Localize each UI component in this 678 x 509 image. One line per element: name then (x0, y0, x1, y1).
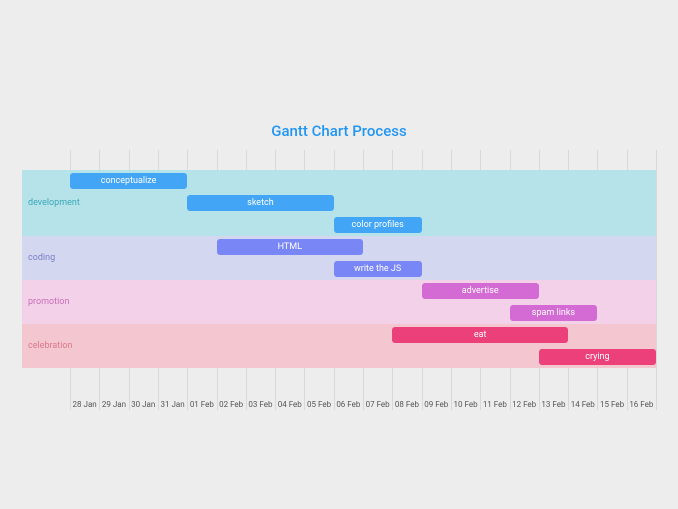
chart-title: Gantt Chart Process (0, 122, 678, 140)
task-bar[interactable]: HTML (217, 239, 364, 255)
task-bar[interactable]: color profiles (334, 217, 422, 233)
x-tick-label: 05 Feb (307, 400, 331, 409)
x-tick-label: 06 Feb (336, 400, 360, 409)
x-tick-label: 12 Feb (512, 400, 536, 409)
section-label: development (28, 198, 80, 208)
x-tick-label: 29 Jan (102, 400, 126, 409)
task-bar[interactable]: advertise (422, 283, 539, 299)
x-tick-label: 10 Feb (454, 400, 478, 409)
x-tick-label: 31 Jan (160, 400, 184, 409)
x-tick-label: 08 Feb (395, 400, 419, 409)
x-tick-label: 28 Jan (73, 400, 97, 409)
x-tick-label: 30 Jan (131, 400, 155, 409)
x-tick-label: 15 Feb (600, 400, 624, 409)
x-tick-label: 04 Feb (278, 400, 302, 409)
x-tick-label: 09 Feb (424, 400, 448, 409)
x-tick-label: 03 Feb (248, 400, 272, 409)
x-tick-label: 07 Feb (366, 400, 390, 409)
task-bar[interactable]: write the JS (334, 261, 422, 277)
x-tick-label: 14 Feb (571, 400, 595, 409)
task-bar[interactable]: conceptualize (70, 173, 187, 189)
task-bar[interactable]: spam links (510, 305, 598, 321)
task-bar[interactable]: eat (392, 327, 568, 343)
x-tick-label: 11 Feb (483, 400, 507, 409)
task-bar[interactable]: crying (539, 349, 656, 365)
gantt-chart-container: { "title": "Gantt Chart Process", "chart… (0, 0, 678, 509)
grid-line (656, 150, 657, 410)
x-tick-label: 02 Feb (219, 400, 243, 409)
task-bar[interactable]: sketch (187, 195, 334, 211)
x-axis: 28 Jan 29 Jan 30 Jan 31 Jan 01 Feb 02 Feb 03 F… (22, 400, 656, 414)
x-tick-label: 16 Feb (629, 400, 653, 409)
x-tick-label: 01 Feb (190, 400, 214, 409)
gantt-chart: development conceptualizesketchcolor prof… (22, 150, 656, 410)
section-label: promotion (28, 297, 69, 307)
section-label: celebration (28, 341, 73, 351)
x-tick-label: 13 Feb (541, 400, 565, 409)
section-label: coding (28, 253, 55, 263)
